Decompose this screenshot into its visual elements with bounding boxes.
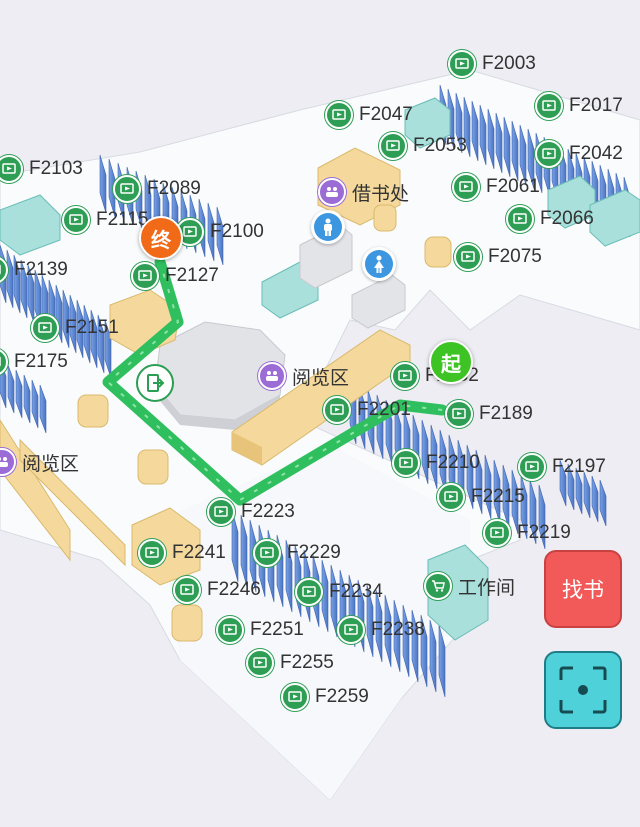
shelf-label[interactable]: F2238 <box>337 616 425 644</box>
shelf-icon <box>281 683 309 711</box>
shelf-icon <box>31 314 59 342</box>
people-icon <box>258 362 286 390</box>
shelf-icon <box>207 498 235 526</box>
shelf-label[interactable]: F2246 <box>173 576 261 604</box>
workroom-label[interactable]: 工作间 <box>424 572 515 600</box>
shelf-label[interactable]: F2201 <box>323 396 411 424</box>
shelf-label[interactable]: F2219 <box>483 519 571 547</box>
shelf-icon <box>0 155 23 183</box>
people-icon <box>0 448 16 476</box>
shelf-label[interactable]: F2100 <box>176 218 264 246</box>
shelf-label[interactable]: F2053 <box>379 132 467 160</box>
shelf-label[interactable]: F2103 <box>0 155 83 183</box>
shelf-label[interactable]: F2234 <box>295 578 383 606</box>
shelf-label[interactable]: F2003 <box>448 50 536 78</box>
shelf-label[interactable]: F2047 <box>325 101 413 129</box>
reading-area-label[interactable]: 阅览区 <box>258 362 349 390</box>
scan-button[interactable] <box>544 651 622 729</box>
shelf-icon <box>0 256 8 284</box>
shelf-icon <box>392 449 420 477</box>
shelf-label[interactable]: F2251 <box>216 616 304 644</box>
shelf-icon <box>113 175 141 203</box>
shelf-label[interactable]: F2151 <box>31 314 119 342</box>
shelf-icon <box>483 519 511 547</box>
shelf-icon <box>246 649 274 677</box>
shelf-label[interactable]: F2197 <box>518 453 606 481</box>
shelf-icon <box>391 362 419 390</box>
shelf-label[interactable]: F2175 <box>0 348 68 376</box>
shelf-label[interactable]: F2210 <box>392 449 480 477</box>
shelf-icon <box>518 453 546 481</box>
shelf-icon <box>323 396 351 424</box>
shelf-label[interactable]: F2089 <box>113 175 201 203</box>
shelf-icon <box>445 400 473 428</box>
borrow-area-label[interactable]: 借书处 <box>318 178 409 206</box>
end-pin[interactable]: 终 <box>139 216 183 260</box>
shelf-icon <box>216 616 244 644</box>
shelf-icon <box>454 243 482 271</box>
scan-icon <box>559 666 607 714</box>
start-pin[interactable]: 起 <box>429 340 473 384</box>
shelf-label[interactable]: F2042 <box>535 140 623 168</box>
shelf-icon <box>253 539 281 567</box>
find-book-button[interactable]: 找书 <box>544 550 622 628</box>
shelf-label[interactable]: F2017 <box>535 92 623 120</box>
male-restroom-icon[interactable] <box>311 210 345 244</box>
shelf-icon <box>506 205 534 233</box>
shelf-icon <box>325 101 353 129</box>
shelf-icon <box>62 206 90 234</box>
shelf-label[interactable]: F2127 <box>131 262 219 290</box>
shelf-label[interactable]: F2223 <box>207 498 295 526</box>
shelf-label[interactable]: F2189 <box>445 400 533 428</box>
shelf-label[interactable]: F2139 <box>0 256 68 284</box>
people-icon <box>318 178 346 206</box>
shelf-icon <box>295 578 323 606</box>
shelf-label[interactable]: F2255 <box>246 649 334 677</box>
shelf-icon <box>437 483 465 511</box>
shelf-icon <box>131 262 159 290</box>
shelf-icon <box>452 173 480 201</box>
shelf-label[interactable]: F2229 <box>253 539 341 567</box>
shelf-icon <box>535 92 563 120</box>
shelf-label[interactable]: F2075 <box>454 243 542 271</box>
shelf-label[interactable]: F2115 <box>62 206 148 234</box>
shelf-icon <box>448 50 476 78</box>
shelf-icon <box>535 140 563 168</box>
shelf-icon <box>379 132 407 160</box>
cart-icon <box>424 572 452 600</box>
shelf-icon <box>138 539 166 567</box>
shelf-label[interactable]: F2259 <box>281 683 369 711</box>
exit-icon[interactable] <box>136 364 174 402</box>
shelf-icon <box>0 348 8 376</box>
bookshelf <box>591 475 599 523</box>
shelf-label[interactable]: F2066 <box>506 205 594 233</box>
shelf-label[interactable]: F2241 <box>138 539 226 567</box>
shelf-label[interactable]: F2061 <box>452 173 540 201</box>
shelf-icon <box>173 576 201 604</box>
female-restroom-icon[interactable] <box>362 247 396 281</box>
shelf-label[interactable]: F2215 <box>437 483 525 511</box>
reading-area-label-west[interactable]: 阅览区 <box>0 448 79 476</box>
shelf-icon <box>337 616 365 644</box>
bookshelf <box>599 479 607 527</box>
